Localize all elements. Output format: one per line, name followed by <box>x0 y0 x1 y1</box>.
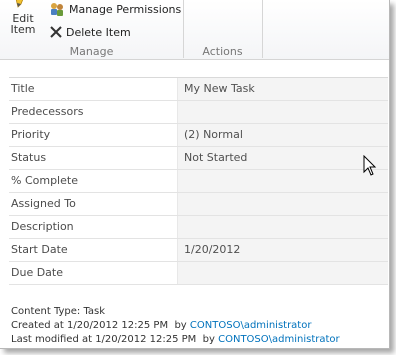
field-label: Start Date <box>11 243 68 256</box>
ribbon-group-actions: Actions <box>202 45 243 58</box>
edit-item-button[interactable]: Edit Item <box>5 0 41 40</box>
ribbon-group-divider <box>262 0 263 58</box>
content-type-text: Content Type: Task <box>11 306 106 317</box>
field-value-cell: My New Task <box>177 78 388 100</box>
field-value-cell: (2) Normal <box>177 124 388 146</box>
delete-item-button[interactable]: Delete Item <box>50 23 131 41</box>
manage-permissions-button[interactable]: Manage Permissions <box>49 0 181 18</box>
edit-item-label: Edit Item <box>5 13 41 35</box>
manage-permissions-label: Manage Permissions <box>69 2 182 16</box>
item-view-window: Edit Item Manage Permissions Delete Item… <box>0 0 390 349</box>
field-row-predecessors: Predecessors <box>9 101 388 124</box>
created-by-user: administrator <box>243 320 312 331</box>
modified-by-domain: CONTOSO <box>218 334 269 345</box>
field-label: Status <box>11 151 47 164</box>
field-row-priority: Priority (2) Normal <box>9 124 388 147</box>
created-by-domain: CONTOSO <box>189 320 241 331</box>
field-value-cell <box>177 216 388 238</box>
delete-x-icon <box>50 26 62 38</box>
field-row-status: Status Not Started <box>9 147 388 170</box>
modified-text: Last modified at 1/20/2012 12:25 PM by <box>11 334 219 345</box>
delete-item-label: Delete Item <box>66 25 131 39</box>
created-text: Created at 1/20/2012 12:25 PM by <box>11 320 190 331</box>
created-by-link[interactable]: CONTOSO\administrator <box>190 320 312 331</box>
created-info: Created at 1/20/2012 12:25 PM by CONTOSO… <box>11 320 311 331</box>
field-label: Due Date <box>11 266 63 279</box>
field-label: % Complete <box>11 174 78 187</box>
mouse-pointer-icon <box>363 155 377 176</box>
field-label: Description <box>11 220 74 233</box>
field-label: Priority <box>11 128 51 141</box>
ribbon: Edit Item Manage Permissions Delete Item… <box>0 0 389 60</box>
field-row-description: Description <box>9 216 388 239</box>
ribbon-group-manage: Manage <box>69 45 114 58</box>
item-properties-form: Title My New Task Predecessors Priority … <box>9 77 388 285</box>
field-row-percent-complete: % Complete <box>9 170 388 193</box>
field-value: My New Task <box>184 82 255 95</box>
modified-info: Last modified at 1/20/2012 12:25 PM by C… <box>11 334 340 345</box>
field-row-assigned-to: Assigned To <box>9 193 388 216</box>
modified-by-user: administrator <box>272 334 340 345</box>
field-row-due-date: Due Date <box>9 262 388 285</box>
field-label: Predecessors <box>11 105 84 118</box>
field-row-title: Title My New Task <box>9 78 388 101</box>
field-value-cell <box>177 101 388 123</box>
modified-by-link[interactable]: CONTOSO\administrator <box>218 334 340 345</box>
permissions-icon <box>51 3 63 16</box>
field-value-cell <box>177 170 388 192</box>
field-value-cell: Not Started <box>177 147 388 169</box>
field-label: Assigned To <box>11 197 76 210</box>
field-value: (2) Normal <box>184 128 243 141</box>
field-label: Title <box>11 82 35 95</box>
edit-item-label-line2: Item <box>10 23 36 36</box>
field-value-cell <box>177 262 388 284</box>
pencil-icon <box>15 0 24 8</box>
field-value-cell: 1/20/2012 <box>177 239 388 261</box>
field-value-cell <box>177 193 388 215</box>
field-value: 1/20/2012 <box>184 243 241 256</box>
field-value: Not Started <box>184 151 248 164</box>
field-row-start-date: Start Date 1/20/2012 <box>9 239 388 262</box>
